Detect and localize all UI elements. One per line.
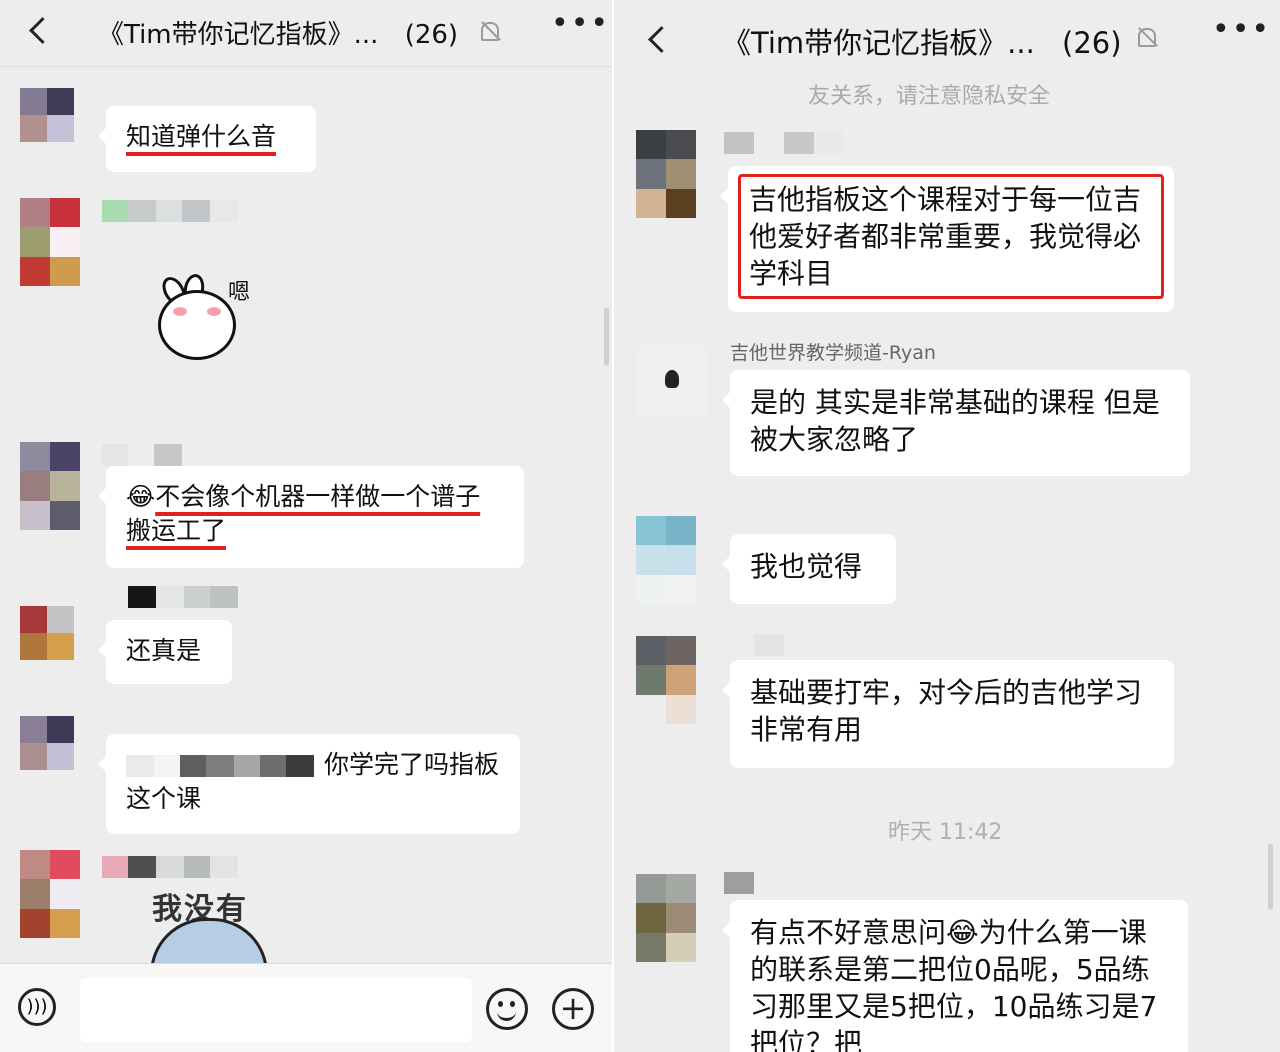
- message-text: 有点不好意思问😂为什么第一课的联系是第二把位0品呢，5品练习那里又是5把位，10…: [750, 916, 1158, 1052]
- right-chat-screen: 《Tim带你记忆指板》... (26) ••• 友关系，请注意隐私安全 吉他指板…: [614, 0, 1280, 1052]
- message-bubble[interactable]: 是的 其实是非常基础的课程 但是被大家忽略了: [722, 370, 1190, 476]
- plus-icon[interactable]: +: [552, 988, 594, 1030]
- avatar[interactable]: [20, 606, 74, 660]
- message-text: 吉他指板这个课程对于每一位吉他爱好者都非常重要，我觉得必学科目: [749, 183, 1142, 290]
- message-bubble[interactable]: 吉他指板这个课程对于每一位吉他爱好者都非常重要，我觉得必学科目: [720, 166, 1174, 312]
- avatar[interactable]: [636, 874, 696, 962]
- highlight-box: 吉他指板这个课程对于每一位吉他爱好者都非常重要，我觉得必学科目: [738, 174, 1164, 299]
- chat-header: 《Tim带你记忆指板》... (26) •••: [0, 0, 612, 67]
- message-text: 不会像个机器一样做一个谱子搬运工了: [126, 482, 481, 545]
- message-bubble[interactable]: 你学完了吗指板这个课: [98, 734, 520, 834]
- voice-input-icon[interactable]: ))): [18, 988, 56, 1026]
- message-bubble[interactable]: 知道弹什么音: [98, 106, 316, 172]
- message-bubble[interactable]: 我也觉得: [722, 534, 896, 604]
- sender-name-blurred: [102, 200, 238, 222]
- back-arrow-icon[interactable]: [29, 17, 56, 44]
- system-note: 友关系，请注意隐私安全: [808, 84, 1051, 109]
- message-input[interactable]: [80, 978, 472, 1042]
- more-options-icon[interactable]: •••: [1212, 12, 1271, 47]
- message-bubble[interactable]: 基础要打牢，对今后的吉他学习非常有用: [722, 660, 1174, 768]
- message-text: 知道弹什么音: [126, 122, 277, 151]
- muted-bell-icon: [481, 22, 499, 41]
- back-arrow-icon[interactable]: [648, 26, 675, 53]
- sender-name-blurred: [754, 634, 784, 656]
- sender-name: 吉他世界教学频道-Ryan: [730, 342, 936, 364]
- input-bar: ))) +: [0, 963, 612, 1052]
- mention-blurred: [126, 755, 314, 777]
- more-options-icon[interactable]: •••: [551, 6, 610, 41]
- avatar[interactable]: [20, 442, 80, 530]
- sender-name-blurred: [102, 444, 182, 466]
- left-chat-screen: 《Tim带你记忆指板》... (26) ••• 知道弹什么音 嗯 😂不会像个机器…: [0, 0, 612, 1052]
- chat-title: 《Tim带你记忆指板》... (26): [722, 26, 1122, 60]
- avatar[interactable]: [20, 850, 80, 938]
- message-text: 还真是: [126, 636, 202, 665]
- message-text: 基础要打牢，对今后的吉他学习非常有用: [750, 676, 1143, 746]
- scrollbar[interactable]: [1268, 844, 1273, 910]
- message-text: 我也觉得: [750, 550, 863, 583]
- avatar[interactable]: [636, 130, 696, 218]
- avatar[interactable]: [636, 346, 708, 418]
- avatar[interactable]: [20, 716, 74, 770]
- chat-header: 《Tim带你记忆指板》... (26) •••: [614, 0, 1280, 76]
- muted-bell-icon: [1138, 28, 1156, 47]
- laughing-emoji-icon: 😂: [126, 482, 156, 511]
- sender-name-blurred: [724, 872, 754, 894]
- avatar[interactable]: [636, 636, 696, 724]
- timestamp: 昨天 11:42: [888, 820, 1003, 845]
- emoji-icon[interactable]: [486, 988, 528, 1030]
- sender-name-blurred: [102, 856, 238, 878]
- avatar[interactable]: [20, 88, 74, 142]
- sender-name-blurred: [128, 586, 238, 608]
- scrollbar[interactable]: [604, 308, 609, 366]
- avatar[interactable]: [20, 198, 80, 286]
- message-bubble[interactable]: 😂不会像个机器一样做一个谱子搬运工了: [98, 466, 524, 568]
- avatar[interactable]: [636, 516, 696, 604]
- chat-title: 《Tim带你记忆指板》... (26): [98, 20, 459, 50]
- sender-name-blurred: [724, 132, 844, 154]
- sticker-caption: 嗯: [228, 280, 251, 305]
- message-bubble[interactable]: 还真是: [98, 620, 232, 684]
- message-text: 是的 其实是非常基础的课程 但是被大家忽略了: [750, 386, 1160, 456]
- message-bubble[interactable]: 有点不好意思问😂为什么第一课的联系是第二把位0品呢，5品练习那里又是5把位，10…: [722, 900, 1188, 1052]
